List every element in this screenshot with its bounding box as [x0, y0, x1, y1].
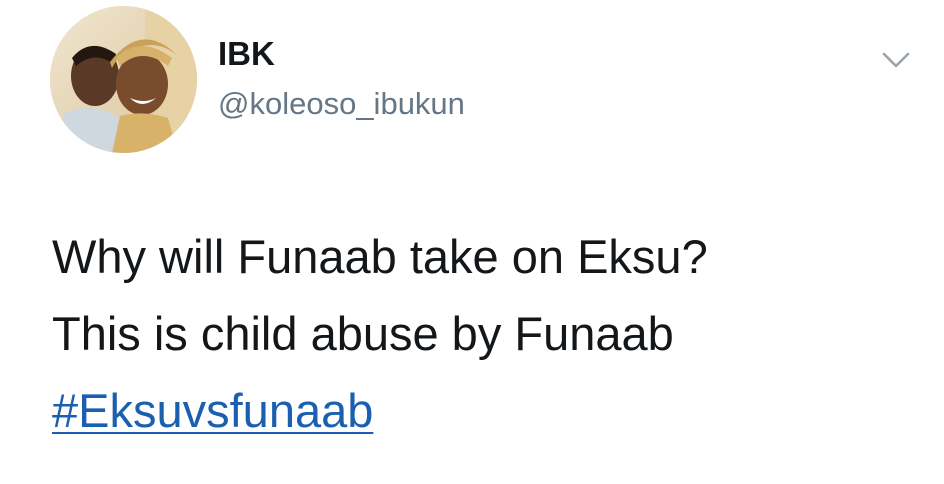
tweet-text-line: This is child abuse by Funaab	[52, 307, 674, 360]
profile-photo-icon	[50, 6, 197, 153]
tweet-card: IBK @koleoso_ibukun Why will Funaab take…	[0, 0, 944, 484]
hashtag-link[interactable]: #Eksuvsfunaab	[52, 372, 373, 449]
chevron-down-icon	[882, 52, 910, 68]
tweet-text-line: Why will Funaab take on Eksu?	[52, 230, 708, 283]
author-display-name[interactable]: IBK	[218, 34, 275, 74]
tweet-menu-button[interactable]	[876, 44, 916, 74]
avatar[interactable]	[50, 6, 197, 153]
tweet-text: Why will Funaab take on Eksu? This is ch…	[52, 218, 932, 449]
author-handle[interactable]: @koleoso_ibukun	[218, 84, 465, 124]
